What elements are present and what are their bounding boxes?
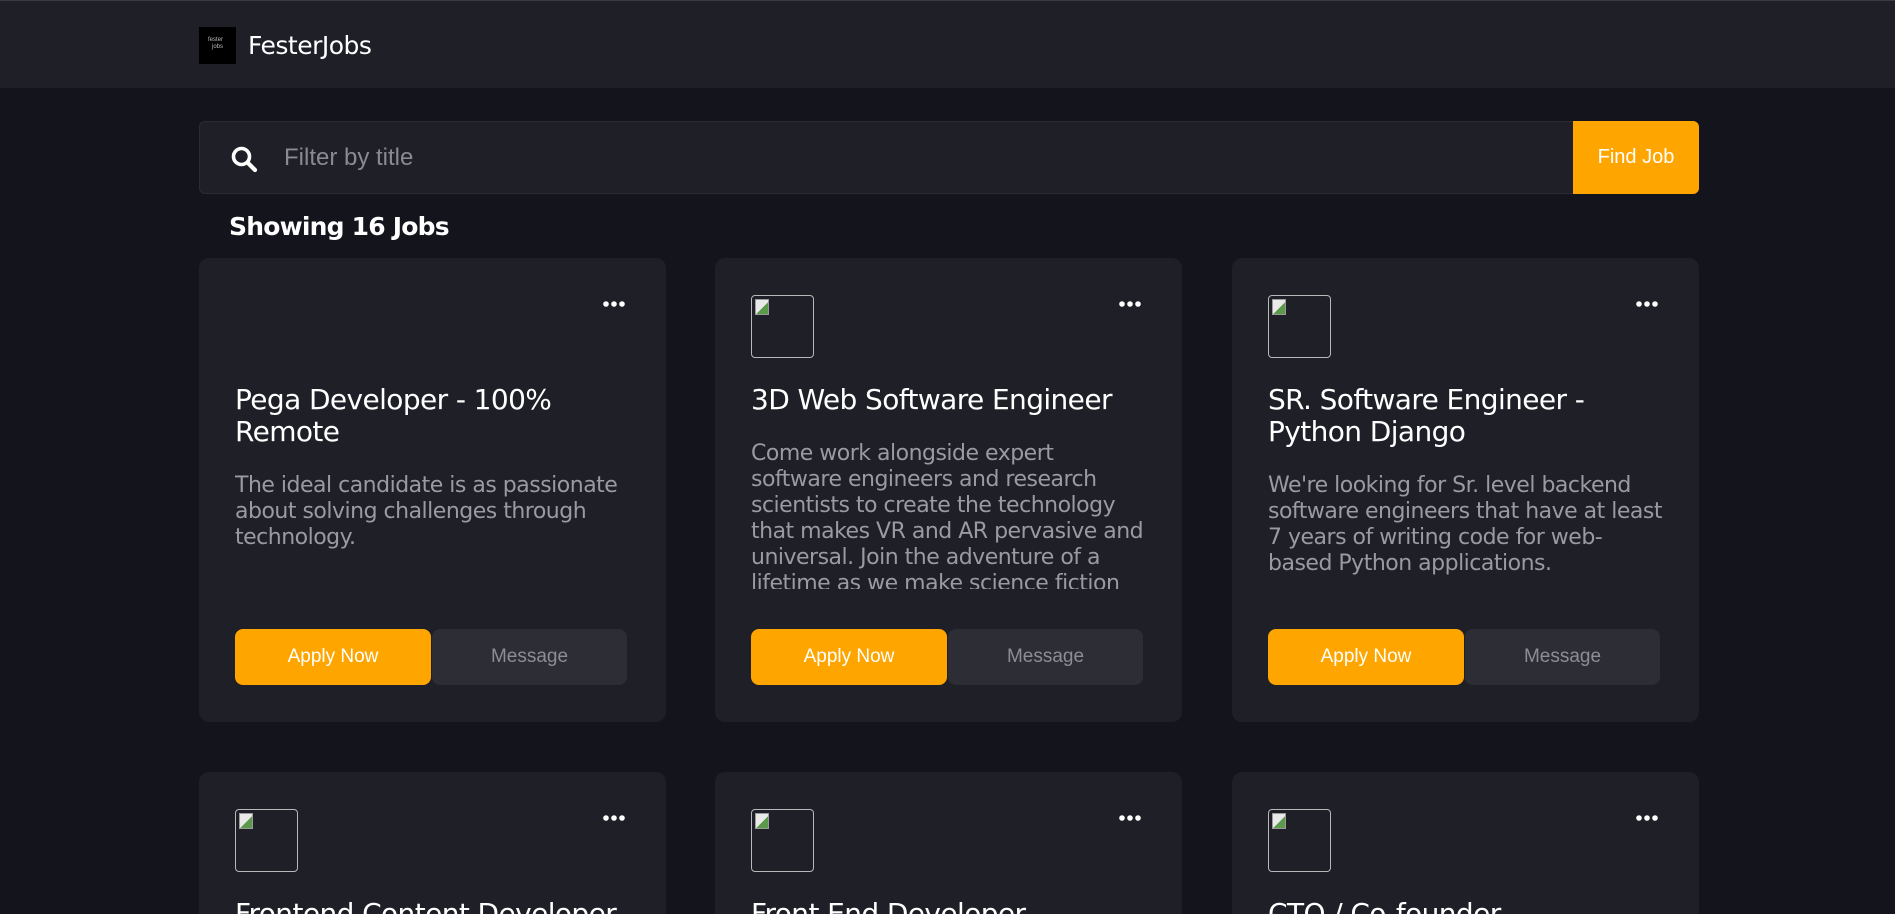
job-description: The ideal candidate is as passionate abo…: [235, 473, 618, 550]
company-logo: [235, 809, 298, 872]
job-description: Come work alongside expert software engi…: [751, 441, 1144, 589]
job-title[interactable]: Front End Developer: [751, 898, 1151, 914]
more-options-icon[interactable]: [1118, 300, 1142, 308]
apply-now-button[interactable]: Apply Now: [751, 629, 947, 685]
job-card: Pega Developer - 100% Remote The ideal c…: [199, 258, 666, 722]
more-options-icon[interactable]: [602, 814, 626, 822]
apply-now-button[interactable]: Apply Now: [235, 629, 431, 685]
more-options-icon[interactable]: [1635, 814, 1659, 822]
message-button[interactable]: Message: [432, 629, 627, 685]
apply-now-button[interactable]: Apply Now: [1268, 629, 1464, 685]
brand-name[interactable]: FesterJobs: [248, 31, 372, 60]
company-logo: [751, 295, 814, 358]
more-options-icon[interactable]: [1635, 300, 1659, 308]
message-button[interactable]: Message: [948, 629, 1143, 685]
message-button[interactable]: Message: [1465, 629, 1660, 685]
app-logo[interactable]: fester jobs: [199, 27, 236, 64]
search-icon: [231, 146, 258, 173]
job-title[interactable]: 3D Web Software Engineer: [751, 384, 1151, 416]
company-logo: [1268, 809, 1331, 872]
logo-text-top: fester: [208, 37, 224, 43]
job-card: Front End Developer: [715, 772, 1182, 914]
find-job-button[interactable]: Find Job: [1573, 121, 1699, 194]
job-card: Frontend Content Developer: [199, 772, 666, 914]
job-card: CTO / Co-founder: [1232, 772, 1699, 914]
search-bar: Find Job: [199, 121, 1699, 194]
top-navbar: fester jobs FesterJobs: [0, 0, 1895, 88]
job-description: We're looking for Sr. level backend soft…: [1268, 473, 1663, 576]
job-card: SR. Software Engineer - Python Django We…: [1232, 258, 1699, 722]
logo-text-bottom: jobs: [212, 44, 224, 50]
more-options-icon[interactable]: [602, 300, 626, 308]
job-card: 3D Web Software Engineer Come work along…: [715, 258, 1182, 722]
job-title[interactable]: CTO / Co-founder: [1268, 898, 1668, 914]
more-options-icon[interactable]: [1118, 814, 1142, 822]
job-title[interactable]: Pega Developer - 100% Remote: [235, 384, 635, 448]
company-logo: [751, 809, 814, 872]
job-title[interactable]: SR. Software Engineer - Python Django: [1268, 384, 1668, 448]
job-title[interactable]: Frontend Content Developer: [235, 898, 635, 914]
results-count: Showing 16 Jobs: [229, 212, 450, 241]
search-input[interactable]: [284, 138, 1284, 178]
company-logo: [1268, 295, 1331, 358]
